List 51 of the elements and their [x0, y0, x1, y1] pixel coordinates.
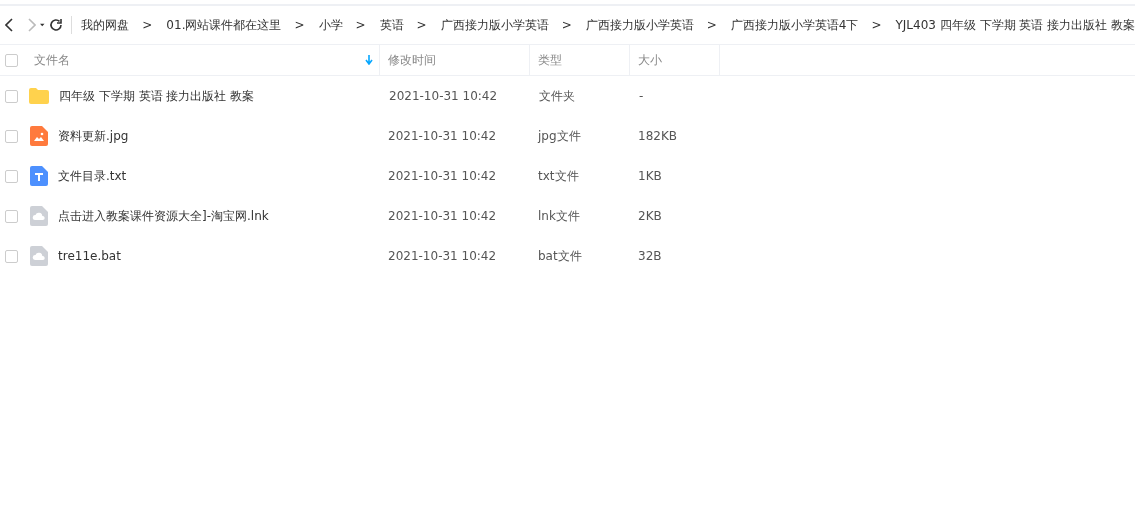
row-checkbox[interactable] — [5, 89, 18, 103]
modified-time: 2021-10-31 10:42 — [387, 129, 498, 143]
breadcrumb-link[interactable]: 广西接力版小学英语 — [440, 16, 549, 34]
file-size: - — [638, 89, 645, 103]
breadcrumb-link[interactable]: 英语 — [379, 16, 404, 34]
column-header[interactable]: 文件名 — [34, 51, 365, 69]
cloud-file-icon — [30, 206, 48, 226]
row-checkbox[interactable] — [5, 169, 18, 183]
file-name[interactable]: 点击进入教案课件资源大全]-淘宝网.lnk — [58, 207, 380, 225]
breadcrumb-separator: > — [561, 18, 572, 32]
file-type: txt文件 — [537, 167, 580, 185]
modified-time: 2021-10-31 10:42 — [387, 249, 498, 263]
row-checkbox[interactable] — [5, 209, 18, 223]
breadcrumb-separator: > — [416, 18, 427, 32]
breadcrumb-link[interactable]: 小学 — [318, 16, 343, 34]
row-checkbox[interactable] — [5, 129, 18, 143]
file-type: 文件夹 — [538, 87, 576, 105]
select-all-checkbox[interactable] — [5, 53, 18, 67]
dropdown-caret-icon[interactable] — [40, 23, 45, 27]
file-type: bat文件 — [537, 247, 583, 265]
file-name[interactable]: tre11e.bat — [58, 249, 380, 263]
file-type: jpg文件 — [536, 127, 582, 145]
file-type: lnk文件 — [537, 207, 581, 225]
file-size: 182KB — [637, 129, 678, 143]
breadcrumb-link[interactable]: YJL403 四年级 下学期 英语 接力出版社 教案 — [895, 16, 1135, 34]
breadcrumb-separator: > — [706, 18, 717, 32]
file-name[interactable]: 文件目录.txt — [58, 167, 380, 185]
breadcrumb-separator: > — [355, 18, 366, 32]
breadcrumb-link[interactable]: 01.网站课件都在这里 — [166, 16, 282, 34]
folder-icon — [29, 88, 49, 104]
file-size: 32B — [637, 249, 663, 263]
cloud-file-icon — [30, 246, 48, 266]
file-size: 1KB — [637, 169, 663, 183]
breadcrumb-separator: > — [142, 18, 153, 32]
column-header[interactable]: 大小 — [638, 51, 662, 69]
row-checkbox[interactable] — [5, 249, 18, 263]
breadcrumb-link[interactable]: 我的网盘 — [81, 16, 130, 34]
image-file-icon — [30, 126, 48, 146]
modified-time: 2021-10-31 10:42 — [387, 169, 498, 183]
column-header[interactable]: 修改时间 — [388, 51, 436, 69]
breadcrumb-separator: > — [871, 18, 882, 32]
column-header[interactable]: 类型 — [538, 51, 562, 69]
file-size: 2KB — [637, 209, 663, 223]
breadcrumb-separator: > — [294, 18, 305, 32]
modified-time: 2021-10-31 10:42 — [388, 89, 499, 103]
breadcrumb-link[interactable]: 广西接力版小学英语4下 — [730, 16, 859, 34]
text-file-icon — [30, 166, 48, 186]
file-name[interactable]: 四年级 下学期 英语 接力出版社 教案 — [59, 87, 381, 105]
file-name[interactable]: 资料更新.jpg — [58, 127, 380, 145]
breadcrumb-link[interactable]: 广西接力版小学英语 — [585, 16, 694, 34]
modified-time: 2021-10-31 10:42 — [387, 209, 498, 223]
